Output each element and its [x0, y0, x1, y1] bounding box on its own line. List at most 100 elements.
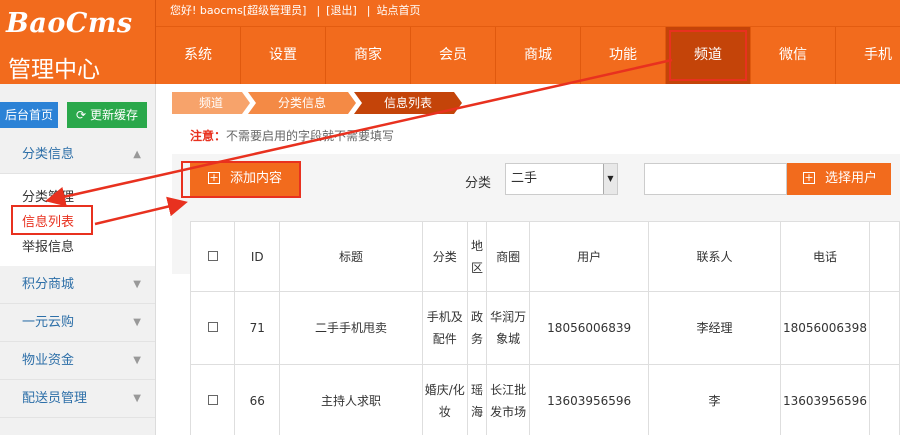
col-contact: 联系人 — [648, 221, 781, 292]
cell-user: 18056006839 — [528, 291, 650, 365]
admin-app: BaoCms 管理中心 您好! baocms[超级管理员] | [退出] | 站点首页 … — [0, 0, 900, 435]
nav-item-channel[interactable]: 频道 — [666, 27, 751, 84]
caret-down-icon: ▼ — [133, 279, 141, 290]
sidebar-group-property-funds[interactable]: 物业资金 ▼ — [0, 342, 155, 380]
breadcrumb-item-channel[interactable]: 频道 — [172, 92, 250, 114]
separator: | — [366, 4, 371, 17]
nav-item-system[interactable]: 系统 — [156, 27, 241, 84]
cell-district: 华润万象城 — [486, 291, 530, 365]
cell-id: 66 — [234, 364, 281, 435]
cell-phone: 13603956596 — [779, 364, 871, 435]
main-content: 频道 分类信息 信息列表 注意：不需要启用的字段就不需要填写 + 添加内容 分类 … — [157, 84, 900, 435]
admin-center-title: 管理中心 — [8, 57, 100, 83]
sidebar-group-label: 积分商城 — [22, 277, 75, 292]
select-user-label: 选择用户 — [825, 171, 878, 186]
nav-item-members[interactable]: 会员 — [411, 27, 496, 84]
dropdown-arrow-icon[interactable]: ▼ — [603, 164, 617, 194]
cell-phone: 18056006398 — [779, 291, 871, 365]
logout-link[interactable]: [退出] — [326, 4, 357, 17]
sidebar-group-label: 一元云购 — [22, 315, 75, 330]
notice: 注意：不需要启用的字段就不需要填写 — [190, 127, 394, 144]
select-user-button[interactable]: + 选择用户 — [787, 163, 891, 195]
row-checkbox[interactable] — [207, 395, 218, 405]
col-title: 标题 — [279, 221, 423, 292]
sidebar-group-label: 分类信息 — [22, 147, 75, 162]
header: BaoCms 管理中心 您好! baocms[超级管理员] | [退出] | 站点首页 … — [0, 0, 900, 84]
cell-id: 71 — [234, 291, 281, 365]
annotation-box-add — [181, 161, 301, 198]
sidebar-group-one-yuan[interactable]: 一元云购 ▼ — [0, 304, 155, 342]
col-category: 分类 — [421, 221, 468, 292]
cell-category: 手机及配件 — [421, 291, 468, 365]
col-more — [869, 221, 900, 292]
info-table: ID 标题 分类 地区 商圈 用户 联系人 电话 71 二手手机甩卖 手机及配件… — [189, 221, 900, 435]
greeting-text: 您好! baocms[超级管理员] — [170, 4, 307, 17]
nav-item-functions[interactable]: 功能 — [581, 27, 666, 84]
breadcrumb-label: 分类信息 — [277, 96, 326, 110]
annotation-box-info-list — [11, 205, 93, 235]
sidebar-item-category-manage[interactable]: 分类管理 — [22, 186, 74, 205]
sidebar-group-label: 物业资金 — [22, 353, 75, 368]
cell-district: 长江批发市场 — [486, 364, 530, 435]
row-checkbox-cell — [189, 291, 236, 365]
cell-area: 瑶海 — [466, 364, 488, 435]
notice-label: 注意： — [190, 129, 227, 143]
cell-area: 政务 — [466, 291, 488, 365]
row-checkbox-cell — [189, 364, 236, 435]
cell-more — [869, 291, 900, 365]
refresh-icon: ⟳ — [75, 108, 87, 122]
notice-text: 不需要启用的字段就不需要填写 — [226, 129, 395, 143]
table-header-row: ID 标题 分类 地区 商圈 用户 联系人 电话 — [189, 221, 900, 292]
breadcrumb-label: 信息列表 — [383, 96, 432, 110]
sidebar: 后台首页 ⟳ 更新缓存 分类信息 ▲ 分类管理 信息列表 举报信息 积分商城 ▼ … — [0, 84, 156, 435]
breadcrumb-item-info-list: 信息列表 — [354, 92, 462, 114]
category-select[interactable]: 二手 ▼ — [505, 163, 618, 195]
sidebar-buttons: 后台首页 ⟳ 更新缓存 — [0, 102, 156, 130]
caret-down-icon: ▼ — [133, 317, 141, 328]
sidebar-group-classified[interactable]: 分类信息 ▲ — [0, 136, 155, 174]
cell-user: 13603956596 — [528, 364, 650, 435]
cell-more — [869, 364, 900, 435]
category-value: 二手 — [511, 171, 538, 186]
col-area: 地区 — [466, 221, 488, 292]
table-row: 71 二手手机甩卖 手机及配件 政务 华润万象城 18056006839 李经理… — [189, 291, 900, 365]
sidebar-group-points-mall[interactable]: 积分商城 ▼ — [0, 266, 155, 304]
home-button[interactable]: 后台首页 — [0, 102, 58, 128]
cell-contact: 李 — [648, 364, 781, 435]
caret-down-icon: ▼ — [133, 393, 141, 404]
breadcrumb-item-classified[interactable]: 分类信息 — [248, 92, 356, 114]
col-user: 用户 — [528, 221, 650, 292]
sidebar-item-reports[interactable]: 举报信息 — [22, 236, 74, 255]
breadcrumb: 频道 分类信息 信息列表 — [172, 92, 462, 114]
cell-category: 婚庆/化妆 — [421, 364, 468, 435]
col-phone: 电话 — [779, 221, 871, 292]
nav-item-wechat[interactable]: 微信 — [751, 27, 836, 84]
sidebar-group-label: 配送员管理 — [22, 391, 88, 406]
category-label: 分类 — [465, 176, 492, 191]
nav-item-settings[interactable]: 设置 — [241, 27, 326, 84]
refresh-cache-label: 更新缓存 — [90, 108, 139, 122]
caret-up-icon: ▲ — [133, 149, 141, 160]
col-select — [189, 221, 236, 292]
cell-title: 二手手机甩卖 — [279, 291, 423, 365]
cell-contact: 李经理 — [648, 291, 781, 365]
table-row: 66 主持人求职 婚庆/化妆 瑶海 长江批发市场 13603956596 李 1… — [189, 364, 900, 435]
sidebar-group-couriers[interactable]: 配送员管理 ▼ — [0, 380, 155, 418]
logo[interactable]: BaoCms — [6, 8, 133, 39]
nav-item-mobile[interactable]: 手机 — [836, 27, 900, 84]
col-district: 商圈 — [486, 221, 530, 292]
breadcrumb-label: 频道 — [198, 96, 223, 110]
nav-item-mall[interactable]: 商城 — [496, 27, 581, 84]
plus-icon: + — [803, 170, 815, 184]
refresh-cache-button[interactable]: ⟳ 更新缓存 — [67, 102, 147, 128]
row-checkbox[interactable] — [207, 322, 218, 332]
nav-item-merchants[interactable]: 商家 — [326, 27, 411, 84]
user-input[interactable] — [644, 163, 787, 195]
select-all-checkbox[interactable] — [207, 250, 218, 261]
col-id: ID — [234, 221, 281, 292]
caret-down-icon: ▼ — [133, 355, 141, 366]
cell-title: 主持人求职 — [279, 364, 423, 435]
homepage-link[interactable]: 站点首页 — [376, 4, 420, 17]
separator: | — [316, 4, 321, 17]
main-nav: 系统 设置 商家 会员 商城 功能 频道 微信 手机 — [156, 27, 900, 84]
